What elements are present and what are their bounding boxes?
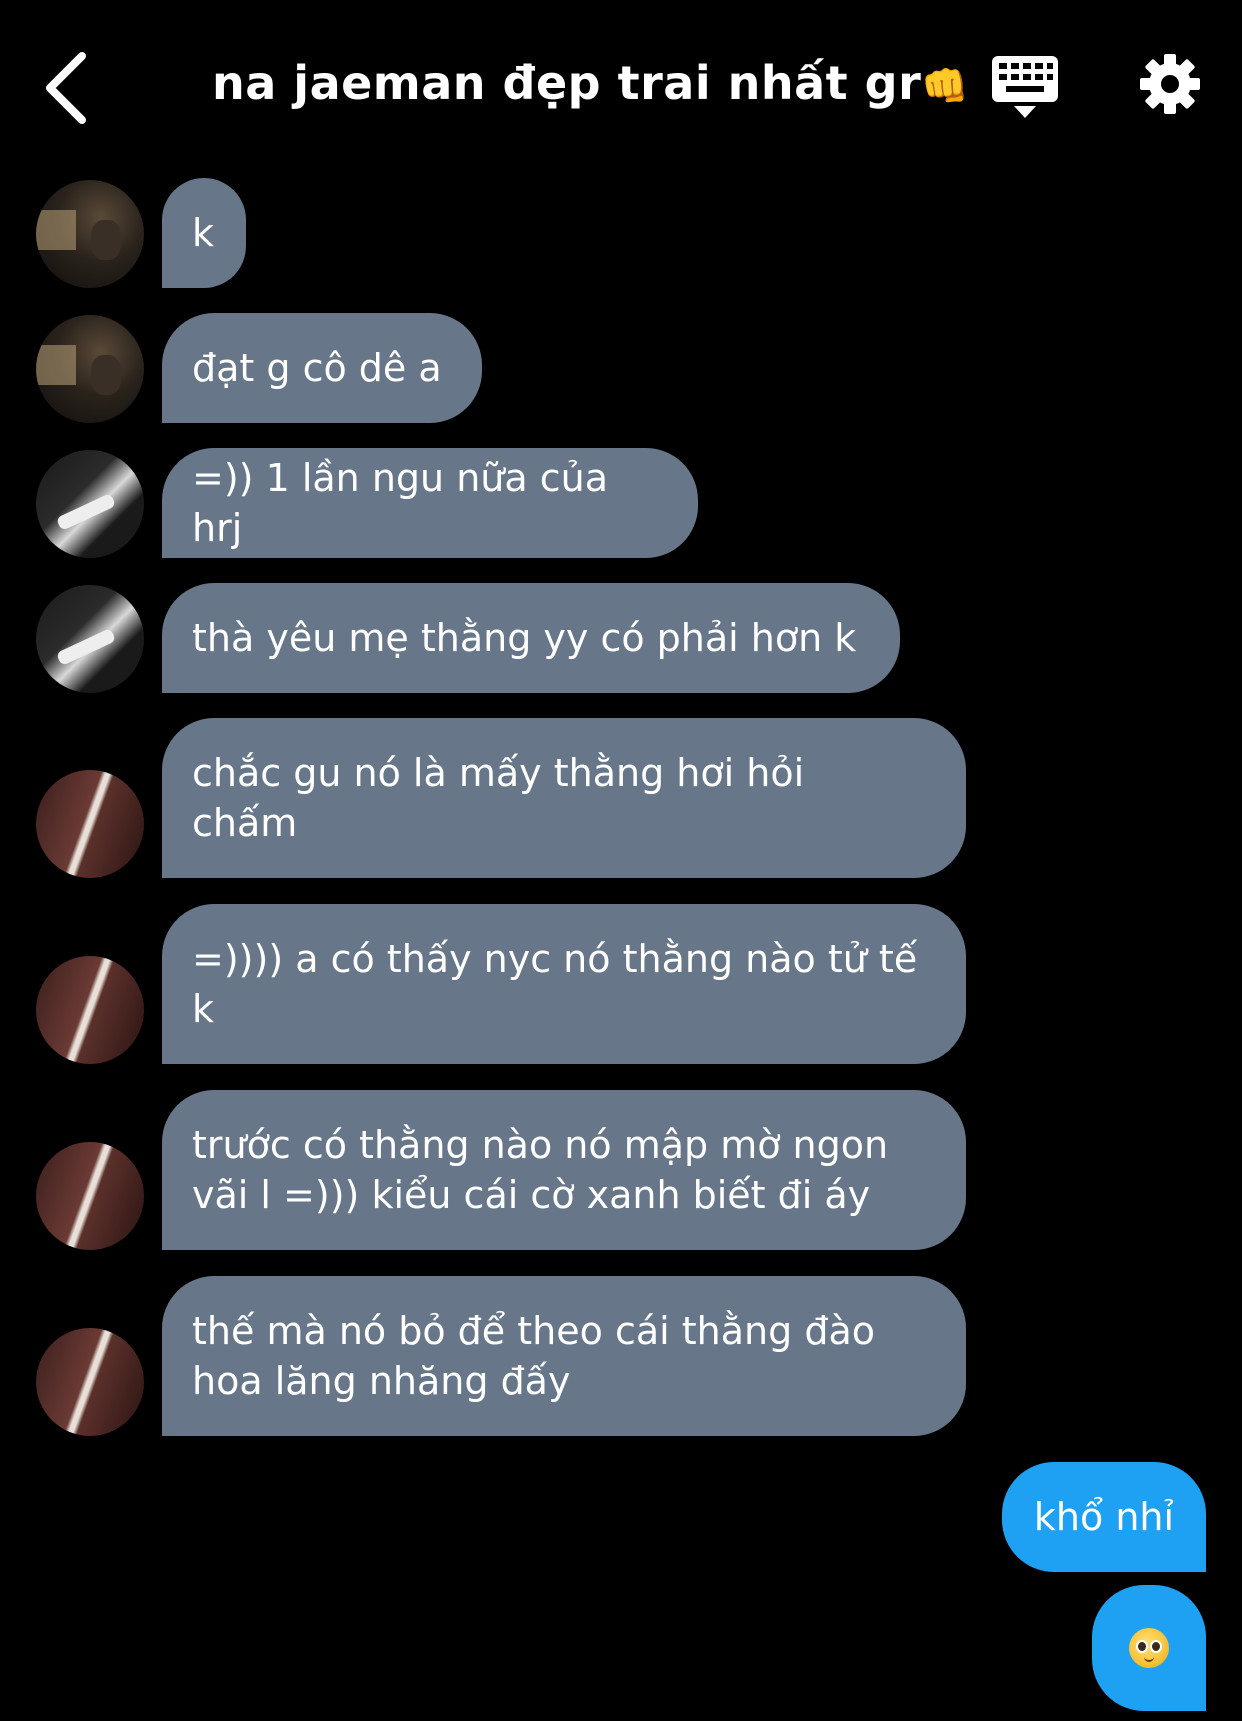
message-bubble[interactable]: thà yêu mẹ thằng yy có phải hơn k xyxy=(162,583,900,693)
keyboard-icon xyxy=(992,56,1058,118)
message-row: thà yêu mẹ thằng yy có phải hơn k xyxy=(0,583,1242,693)
avatar[interactable] xyxy=(36,585,144,693)
message-row: đạt g cô dê a xyxy=(0,313,1242,423)
message-bubble-outgoing[interactable]: khổ nhỉ xyxy=(1002,1462,1206,1572)
chat-header: na jaeman đẹp trai nhất gr👊 xyxy=(0,0,1242,170)
message-bubble-outgoing[interactable] xyxy=(1092,1585,1206,1711)
message-bubble[interactable]: thế mà nó bỏ để theo cái thằng đào hoa l… xyxy=(162,1276,966,1436)
back-button[interactable] xyxy=(40,48,100,128)
settings-button[interactable] xyxy=(1138,52,1202,116)
avatar[interactable] xyxy=(36,770,144,878)
message-row-outgoing: khổ nhỉ xyxy=(0,1462,1242,1572)
message-row-outgoing xyxy=(0,1585,1242,1711)
message-bubble[interactable]: =)) 1 lần ngu nữa của hrj xyxy=(162,448,698,558)
message-bubble[interactable]: đạt g cô dê a xyxy=(162,313,482,423)
avatar[interactable] xyxy=(36,180,144,288)
chat-title: na jaeman đẹp trai nhất gr👊 xyxy=(212,56,969,110)
message-bubble[interactable]: chắc gu nó là mấy thằng hơi hỏi chấm xyxy=(162,718,966,878)
message-row: thế mà nó bỏ để theo cái thằng đào hoa l… xyxy=(0,1276,1242,1436)
avatar[interactable] xyxy=(36,1328,144,1436)
avatar[interactable] xyxy=(36,956,144,1064)
pleading-face-emoji-icon xyxy=(1129,1628,1169,1668)
keyboard-button[interactable] xyxy=(990,54,1060,120)
message-row: trước có thằng nào nó mập mờ ngon vãi l … xyxy=(0,1090,1242,1250)
message-bubble[interactable]: =)))) a có thấy nyc nó thằng nào tử tế k xyxy=(162,904,966,1064)
fist-emoji-icon: 👊 xyxy=(921,64,970,108)
message-row: =)))) a có thấy nyc nó thằng nào tử tế k xyxy=(0,904,1242,1064)
avatar[interactable] xyxy=(36,1142,144,1250)
chevron-left-icon xyxy=(46,52,86,124)
avatar[interactable] xyxy=(36,450,144,558)
message-bubble[interactable]: trước có thằng nào nó mập mờ ngon vãi l … xyxy=(162,1090,966,1250)
message-bubble[interactable]: k xyxy=(162,178,246,288)
message-row: k xyxy=(0,178,1242,288)
avatar[interactable] xyxy=(36,315,144,423)
message-row: =)) 1 lần ngu nữa của hrj xyxy=(0,448,1242,558)
chat-title-text: na jaeman đẹp trai nhất gr xyxy=(212,56,922,110)
message-row: chắc gu nó là mấy thằng hơi hỏi chấm xyxy=(0,718,1242,878)
gear-icon xyxy=(1140,54,1200,114)
